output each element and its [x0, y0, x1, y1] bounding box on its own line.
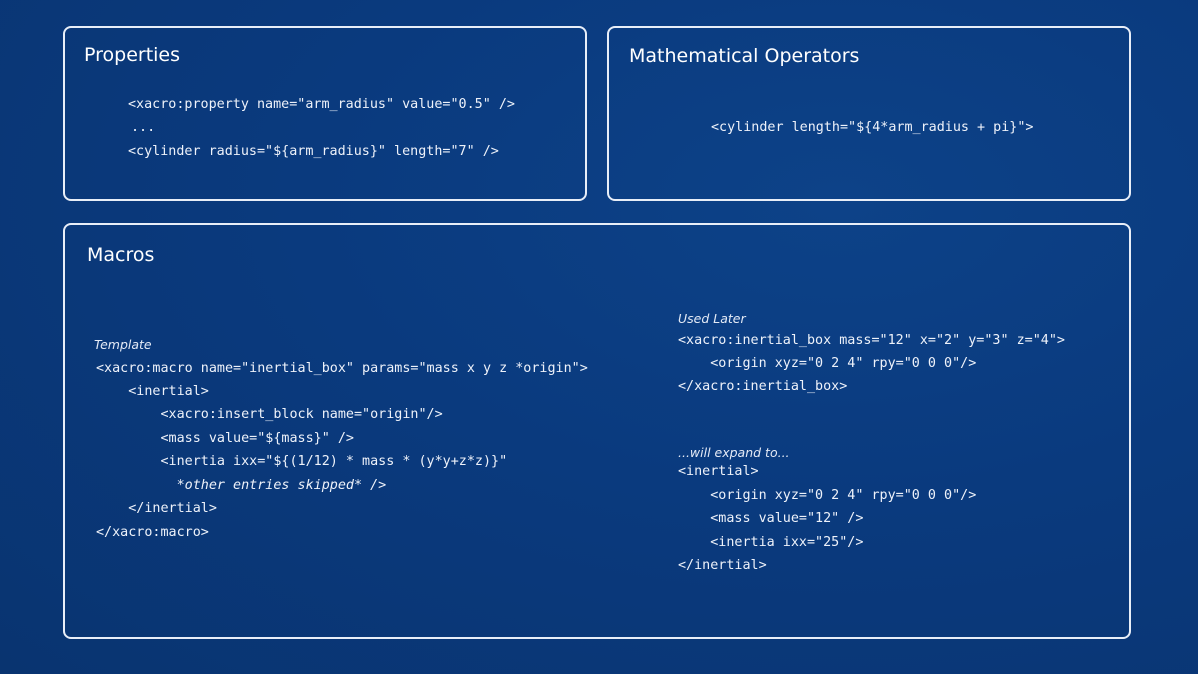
used-later-label: Used Later: [678, 311, 746, 326]
expand-code-line-5: </inertial>: [678, 558, 767, 573]
properties-code-line-3: <cylinder radius="${arm_radius}" length=…: [128, 144, 499, 159]
template-code-line-8: </xacro:macro>: [96, 525, 209, 540]
template-code-line-5: <inertia ixx="${(1/12) * mass * (y*y+z*z…: [96, 454, 508, 469]
macros-title: Macros: [87, 244, 155, 266]
properties-code-line-2: ...: [131, 120, 156, 135]
expand-label: ...will expand to...: [678, 445, 790, 460]
template-code-line-6: *other entries skipped* />: [96, 478, 387, 493]
template-code-line-3: <xacro:insert_block name="origin"/>: [96, 407, 443, 422]
template-code-line-2: <inertial>: [96, 384, 209, 399]
expand-code-line-2: <origin xyz="0 2 4" rpy="0 0 0"/>: [678, 488, 977, 503]
math-operators-title: Mathematical Operators: [629, 45, 860, 67]
template-code-line-4: <mass value="${mass}" />: [96, 431, 354, 446]
used-later-code-line-1: <xacro:inertial_box mass="12" x="2" y="3…: [678, 333, 1065, 348]
used-later-code-line-2: <origin xyz="0 2 4" rpy="0 0 0"/>: [678, 356, 977, 371]
properties-code-line-1: <xacro:property name="arm_radius" value=…: [128, 97, 515, 112]
math-code-line-1: <cylinder length="${4*arm_radius + pi}">: [711, 120, 1034, 135]
expand-code-line-1: <inertial>: [678, 464, 759, 479]
used-later-code-line-3: </xacro:inertial_box>: [678, 379, 848, 394]
expand-code-line-4: <inertia ixx="25"/>: [678, 535, 864, 550]
properties-title: Properties: [84, 44, 181, 66]
expand-code-line-3: <mass value="12" />: [678, 511, 864, 526]
template-code-line-1: <xacro:macro name="inertial_box" params=…: [96, 361, 588, 376]
template-label: Template: [94, 337, 152, 352]
template-code-line-7: </inertial>: [96, 501, 217, 516]
